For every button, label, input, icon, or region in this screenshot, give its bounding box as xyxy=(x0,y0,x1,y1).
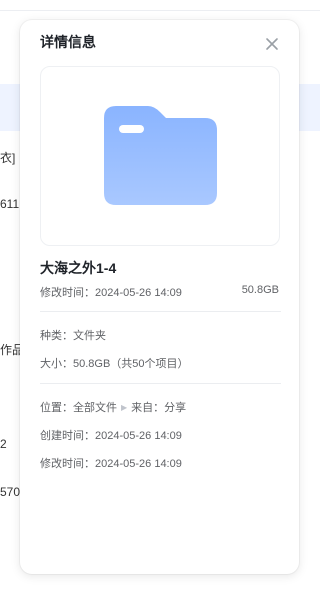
type-label: 种类： xyxy=(40,330,73,342)
file-preview xyxy=(40,66,280,246)
background-text-fragment: 570 xyxy=(0,485,21,499)
divider xyxy=(40,311,281,312)
folder-icon xyxy=(104,106,217,205)
panel-title: 详情信息 xyxy=(40,34,96,50)
modified-label: 修改时间： xyxy=(40,458,95,470)
size-row: 大小：50.8GB（共50个项目） xyxy=(40,355,189,371)
file-name: 大海之外1-4 xyxy=(40,260,117,276)
chevron-right-icon: ▶ xyxy=(121,403,128,412)
size-value: 50.8GB（共50个项目） xyxy=(73,358,189,370)
size-label: 大小： xyxy=(40,358,73,370)
type-value: 文件夹 xyxy=(73,330,106,342)
created-value: 2024-05-26 14:09 xyxy=(95,430,182,442)
modified-time-row: 修改时间：2024-05-26 14:09 xyxy=(40,455,182,471)
location-row: 位置：全部文件 ▶ 来自：分享 xyxy=(40,399,186,415)
background-text-fragment: 衣] xyxy=(0,151,16,165)
modified-time-summary: 修改时间：2024-05-26 14:09 xyxy=(40,284,182,300)
background-text-fragment: 2 xyxy=(0,437,7,451)
source-label: 来自： xyxy=(131,402,165,414)
location-link[interactable]: 全部文件 xyxy=(73,402,117,414)
location-label: 位置： xyxy=(40,402,73,414)
modified-value: 2024-05-26 14:09 xyxy=(95,458,182,470)
type-row: 种类：文件夹 xyxy=(40,327,106,343)
created-label: 创建时间： xyxy=(40,430,95,442)
background-top-border xyxy=(0,10,320,11)
details-panel: 详情信息 大海之外1-4 修改时间：2024-05-26 14:09 50.8G… xyxy=(20,20,299,574)
modified-value: 2024-05-26 14:09 xyxy=(95,287,182,299)
size-summary: 50.8GB xyxy=(241,284,279,296)
source-link[interactable]: 分享 xyxy=(164,402,186,414)
close-button[interactable] xyxy=(262,34,282,54)
divider xyxy=(40,383,281,384)
created-time-row: 创建时间：2024-05-26 14:09 xyxy=(40,427,182,443)
modified-label: 修改时间： xyxy=(40,287,95,299)
close-icon xyxy=(266,38,278,50)
background-text-fragment: 611 xyxy=(0,197,20,211)
